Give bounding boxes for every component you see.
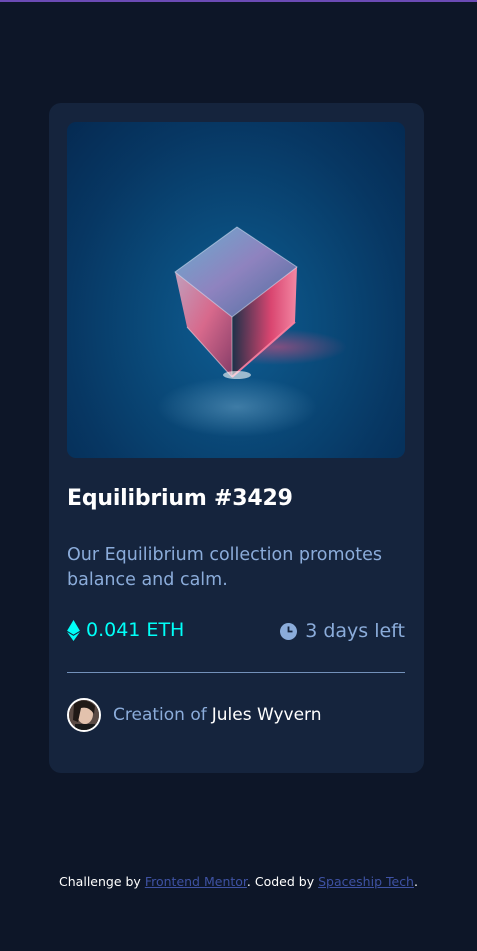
- challenge-prefix: Challenge by: [59, 874, 141, 889]
- footer-suffix: .: [413, 874, 418, 889]
- time-label: 3 days left: [305, 620, 405, 642]
- avatar: [67, 698, 101, 732]
- clock-icon: [280, 622, 298, 640]
- attribution-footer: Challenge by Frontend Mentor. Coded by S…: [0, 874, 477, 889]
- spaceship-tech-link[interactable]: Spaceship Tech: [318, 874, 414, 889]
- coded-prefix: . Coded by: [246, 874, 315, 889]
- divider: [67, 672, 405, 673]
- cube-illustration: [157, 226, 347, 437]
- card-description: Our Equilibrium collection promotes bala…: [67, 545, 382, 590]
- equilibrium-image[interactable]: [67, 122, 405, 458]
- price-value: 0.041 ETH: [67, 619, 184, 641]
- creator-prefix: Creation of: [113, 705, 207, 725]
- creator-info: Creation of Jules Wyvern: [67, 698, 322, 732]
- creator-name-link[interactable]: Jules Wyvern: [212, 705, 322, 725]
- time-remaining: 3 days left: [280, 620, 405, 642]
- ethereum-icon: [67, 619, 80, 641]
- nft-card: Equilibrium #3429 Our Equilibrium collec…: [49, 103, 424, 773]
- frontend-mentor-link[interactable]: Frontend Mentor: [145, 874, 247, 889]
- price-label: 0.041 ETH: [86, 619, 185, 641]
- card-title[interactable]: Equilibrium #3429: [67, 486, 293, 511]
